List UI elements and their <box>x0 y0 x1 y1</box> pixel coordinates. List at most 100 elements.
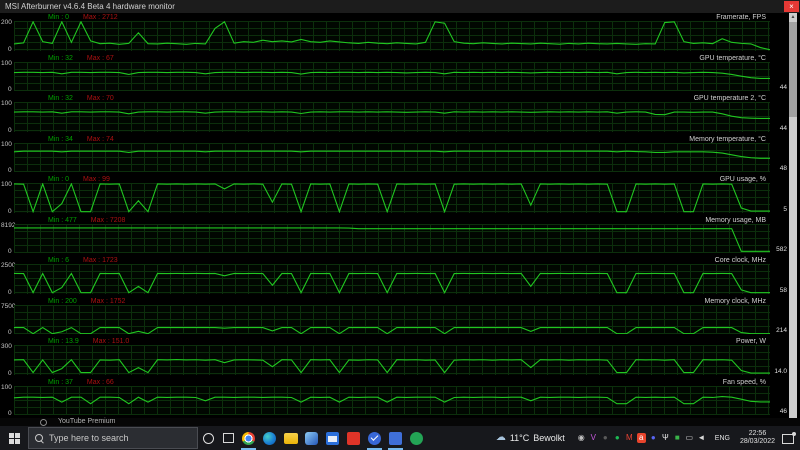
graph-panel-5: 100 Min : 0 Max : 99 GPU usage, % 0 5 <box>0 175 800 216</box>
plot-area <box>14 264 770 294</box>
axis-min-label: 0 <box>8 45 12 53</box>
minmax-row: Min : 200 Max : 1752 <box>48 297 125 306</box>
graph-line <box>14 21 770 51</box>
nvidia-icon[interactable]: ■ <box>673 433 682 443</box>
weather-widget[interactable]: ☁ 11°C Bewolkt <box>488 432 573 444</box>
system-tray: ◉ V ● ● Ma ● Ψ ■ ▭ ◄ <box>573 433 710 443</box>
app-blue-icon <box>389 431 402 445</box>
taskbar-app-todo[interactable] <box>364 426 385 450</box>
volume-icon[interactable]: ◄ <box>697 433 706 443</box>
minmax-row: Min : 0 Max : 2712 <box>48 13 118 22</box>
graph-line <box>14 111 770 120</box>
minmax-row: Min : 37 Max : 66 <box>48 378 114 387</box>
taskbar-apps <box>238 426 427 450</box>
min-label: Min : 32 <box>48 95 73 102</box>
display-icon[interactable]: ▭ <box>685 433 694 443</box>
graph-panel-7: 2500 Min : 6 Max : 1723 Core clock, MHz 0 58 <box>0 256 800 297</box>
axis-max-label: 100 <box>1 140 12 148</box>
microphone-icon[interactable]: Ψ <box>661 433 670 443</box>
discord-icon[interactable]: ● <box>649 433 658 443</box>
min-label: Min : 37 <box>48 378 73 386</box>
spotify-icon[interactable]: ● <box>613 433 622 443</box>
taskbar-app-chrome[interactable] <box>238 426 259 450</box>
edge-icon <box>263 431 276 445</box>
search-icon <box>35 434 43 442</box>
plot-area <box>14 223 770 253</box>
plot-area <box>14 142 770 172</box>
todo-icon <box>368 431 381 445</box>
v-app-icon[interactable]: V <box>589 433 598 443</box>
titlebar[interactable]: MSI Afterburner v4.6.4 Beta 4 hardware m… <box>0 0 800 13</box>
window-title: MSI Afterburner v4.6.4 Beta 4 hardware m… <box>5 2 175 11</box>
graph-line <box>14 150 770 159</box>
current-value: 48 <box>779 165 787 172</box>
plot-area <box>14 21 770 51</box>
graph-panels: 200 Min : 0 Max : 2712 Framerate, FPS 0 100 Mi… <box>0 13 800 418</box>
plot-area <box>14 304 770 334</box>
cortana-icon <box>202 432 214 444</box>
cortana-button[interactable] <box>198 426 218 450</box>
panel-title: Memory usage, MB <box>705 216 766 224</box>
scrollbar[interactable]: ▲ <box>789 13 797 418</box>
max-label: Max : 66 <box>86 378 114 386</box>
dark-app-icon[interactable]: ● <box>601 433 610 443</box>
steam-icon[interactable]: ◉ <box>577 433 586 443</box>
min-label: Min : 200 <box>48 297 77 305</box>
graph-panel-10: 100 Min : 37 Max : 66 Fan speed, % 0 46 <box>0 378 800 419</box>
gmail-icon[interactable]: M <box>625 433 634 443</box>
adobe-icon[interactable]: a <box>636 433 646 443</box>
taskbar-app-app-blue[interactable] <box>385 426 406 450</box>
axis-min-label: 0 <box>8 86 12 93</box>
axis-max-label: 300 <box>1 343 12 350</box>
scrollbar-thumb[interactable] <box>789 22 797 117</box>
start-button[interactable] <box>0 426 28 450</box>
graph-panel-1: 200 Min : 0 Max : 2712 Framerate, FPS 0 <box>0 13 800 54</box>
scrollbar-up-arrow[interactable]: ▲ <box>789 13 797 21</box>
search-placeholder: Type here to search <box>49 433 129 443</box>
action-center-button[interactable] <box>780 426 800 450</box>
current-value: 58 <box>779 286 787 294</box>
search-box[interactable]: Type here to search <box>28 427 198 449</box>
weather-temp: 11°C <box>509 433 530 443</box>
graph-panel-9: 300 Min : 13.9 Max : 151.0 Power, W 0 14.0 <box>0 337 800 378</box>
axis-max-label: 100 <box>1 181 12 188</box>
axis-min-label: 0 <box>8 329 12 336</box>
minmax-row: Min : 34 Max : 74 <box>48 135 114 144</box>
language-indicator[interactable]: ENG <box>710 435 735 442</box>
max-label: Max : 74 <box>86 135 114 143</box>
taskbar-app-photos[interactable] <box>301 426 322 450</box>
taskbar-app-explorer[interactable] <box>280 426 301 450</box>
axis-min-label: 0 <box>8 207 12 215</box>
weather-cloud-icon: ☁ <box>495 432 506 443</box>
current-value: 582 <box>776 246 787 253</box>
axis-max-label: 200 <box>1 19 12 26</box>
close-button[interactable]: × <box>784 1 799 12</box>
min-label: Min : 0 <box>48 176 70 183</box>
panel-title: Fan speed, % <box>722 378 766 386</box>
panel-title: GPU usage, % <box>719 176 766 183</box>
panel-title: GPU temperature, °C <box>699 54 766 62</box>
taskbar-app-mail[interactable] <box>322 426 343 450</box>
axis-max-label: 100 <box>1 100 12 107</box>
taskbar-app-app-red[interactable] <box>343 426 364 450</box>
graph-panel-6: 8192 Min : 477 Max : 7208 Memory usage, MB 0… <box>0 216 800 257</box>
task-view-button[interactable] <box>218 426 238 450</box>
explorer-icon <box>283 432 298 444</box>
min-label: Min : 6 <box>48 257 70 264</box>
axis-min-label: 0 <box>8 410 12 417</box>
graph-line <box>14 71 770 79</box>
taskbar-app-app-green[interactable] <box>406 426 427 450</box>
background-window-title: YouTube Premium <box>58 418 116 425</box>
taskbar-clock[interactable]: 22:56 28/03/2022 <box>735 430 780 446</box>
taskbar-app-edge[interactable] <box>259 426 280 450</box>
current-value: 214 <box>776 327 787 334</box>
axis-min-label: 0 <box>8 167 12 174</box>
panel-title: Memory temperature, °C <box>689 135 766 143</box>
plot-area <box>14 183 770 213</box>
axis-min-label: 0 <box>8 126 12 134</box>
current-value: 14.0 <box>774 367 787 375</box>
plot-area <box>14 61 770 91</box>
minmax-row: Min : 0 Max : 99 <box>48 175 110 184</box>
background-window-strip[interactable]: YouTube Premium <box>0 418 800 426</box>
graph-line <box>14 272 770 294</box>
